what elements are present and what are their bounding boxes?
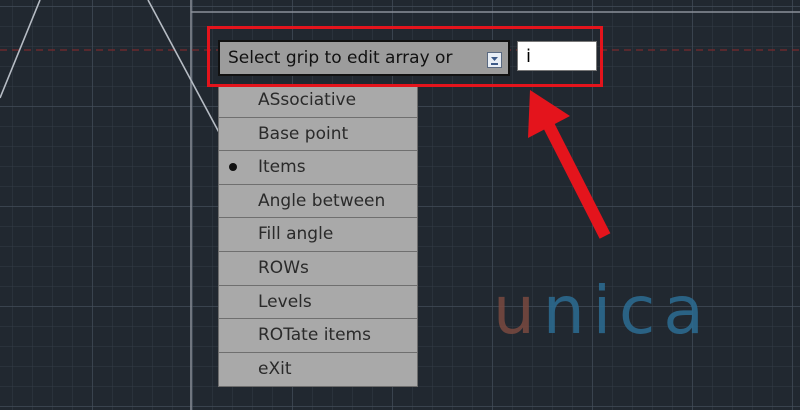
menu-item-label: Fill angle xyxy=(258,224,334,245)
red-arrow-icon xyxy=(528,90,611,239)
menu-item-angle-between[interactable]: Angle between xyxy=(219,185,417,219)
menu-item-base-point[interactable]: Base point xyxy=(219,118,417,152)
options-dropdown-button[interactable] xyxy=(487,52,502,68)
menu-item-exit[interactable]: eXit xyxy=(219,353,417,387)
menu-item-label: Base point xyxy=(258,123,349,144)
selected-bullet-icon xyxy=(229,163,237,172)
menu-item-label: ROWs xyxy=(258,257,309,278)
menu-item-label: Angle between xyxy=(258,190,386,211)
menu-item-label: Items xyxy=(258,157,306,178)
menu-item-fill-angle[interactable]: Fill angle xyxy=(219,218,417,252)
menu-item-rotate-items[interactable]: ROTate items xyxy=(219,319,417,353)
command-option-menu: ASsociative Base point Items Angle between F… xyxy=(218,84,418,388)
command-input-field[interactable] xyxy=(517,41,597,71)
menu-item-associative[interactable]: ASsociative xyxy=(219,84,417,118)
arc-line-left xyxy=(0,0,41,99)
menu-item-label: Levels xyxy=(258,291,312,312)
menu-item-items[interactable]: Items xyxy=(219,151,417,185)
command-prompt-text: Select grip to edit array or xyxy=(228,48,453,68)
menu-item-label: ROTate items xyxy=(258,325,371,346)
menu-item-label: ASsociative xyxy=(258,90,357,110)
command-prompt-box: Select grip to edit array or xyxy=(218,40,510,76)
menu-item-label: eXit xyxy=(258,358,292,379)
menu-item-rows[interactable]: ROWs xyxy=(219,252,417,286)
menu-item-levels[interactable]: Levels xyxy=(219,286,417,320)
dropdown-arrow-icon xyxy=(491,57,498,65)
arc-line-right xyxy=(147,0,223,139)
